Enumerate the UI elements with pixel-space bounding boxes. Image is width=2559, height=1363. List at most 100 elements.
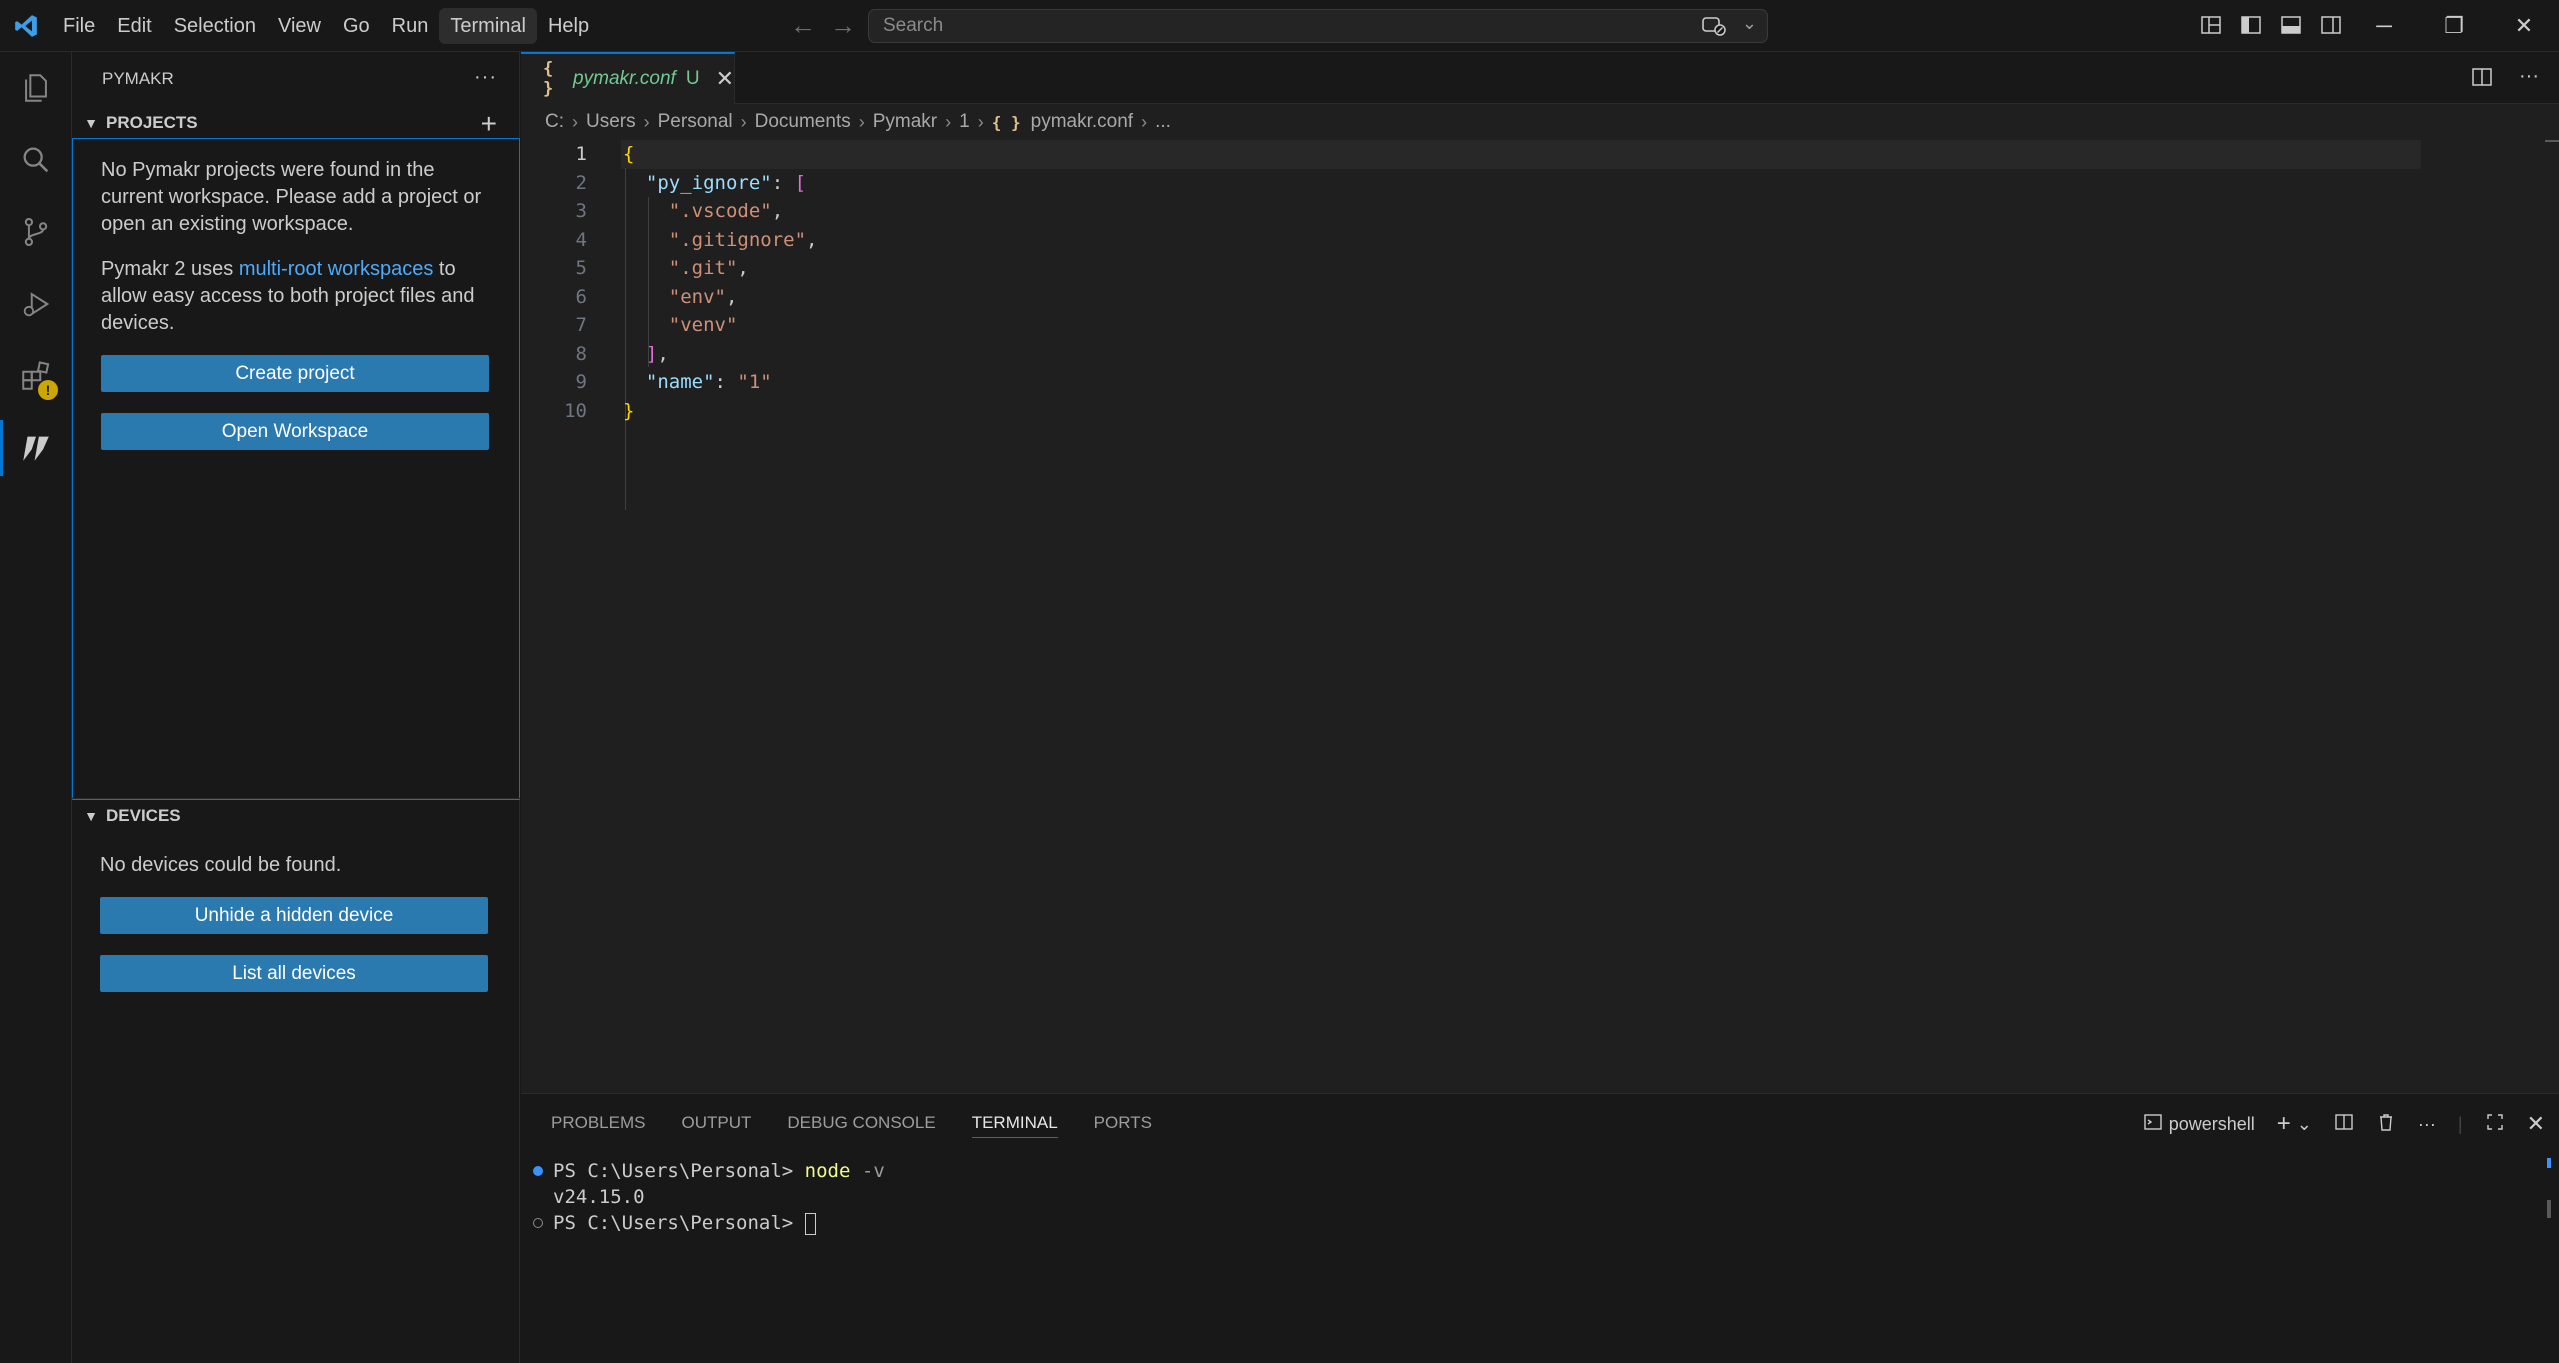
- menu-run[interactable]: Run: [381, 8, 440, 44]
- menu-edit[interactable]: Edit: [106, 8, 162, 44]
- close-panel-icon[interactable]: ✕: [2527, 1111, 2545, 1137]
- chevron-right-icon: ›: [945, 111, 952, 132]
- terminal-command: node: [804, 1160, 851, 1182]
- terminal-line: PS C:\Users\Personal> node -v: [531, 1158, 885, 1184]
- split-terminal-icon[interactable]: [2334, 1112, 2354, 1137]
- projects-section-header[interactable]: ▼ PROJECTS +: [72, 106, 519, 140]
- json-string: ".git": [668, 257, 738, 279]
- source-control-icon[interactable]: [0, 196, 72, 268]
- terminal-scrollbar[interactable]: [2547, 1200, 2551, 1218]
- brace-close: }: [623, 399, 635, 422]
- menu-view[interactable]: View: [267, 8, 332, 44]
- projects-header-label: PROJECTS: [106, 113, 198, 132]
- tab-terminal[interactable]: TERMINAL: [971, 1094, 1058, 1152]
- code-content: { "py_ignore": [ ".vscode", ".gitignore"…: [623, 140, 818, 425]
- maximize-panel-icon[interactable]: [2485, 1112, 2505, 1137]
- code-line: ".gitignore",: [668, 228, 818, 251]
- breadcrumb-symbols[interactable]: ...: [1155, 111, 1171, 133]
- extensions-icon[interactable]: !: [0, 340, 72, 412]
- forward-arrow-icon[interactable]: →: [830, 10, 856, 41]
- devices-section-header[interactable]: ▼ DEVICES: [72, 799, 520, 833]
- untracked-badge: U: [685, 68, 700, 89]
- tab-ports[interactable]: PORTS: [1094, 1094, 1152, 1152]
- run-debug-icon[interactable]: [0, 268, 72, 340]
- copilot-icon[interactable]: [1701, 14, 1727, 44]
- tab-problems[interactable]: PROBLEMS: [551, 1094, 645, 1152]
- add-project-icon[interactable]: +: [481, 108, 497, 140]
- command-success-icon[interactable]: [533, 1166, 543, 1176]
- json-string: "env": [668, 285, 726, 308]
- menu-file[interactable]: File: [52, 8, 106, 44]
- more-actions-icon[interactable]: ···: [2519, 66, 2539, 94]
- line-number: 4: [575, 228, 587, 251]
- unhide-device-button[interactable]: Unhide a hidden device: [100, 897, 488, 934]
- toggle-secondary-sidebar-icon[interactable]: [2320, 14, 2342, 42]
- terminal-cursor: [804, 1212, 816, 1235]
- toggle-primary-sidebar-icon[interactable]: [2240, 14, 2262, 42]
- pymakr-icon[interactable]: [0, 412, 72, 484]
- close-window-icon[interactable]: ✕: [2489, 0, 2559, 52]
- tab-pymakr-conf[interactable]: { } pymakr.conf U ✕: [521, 52, 735, 104]
- workspace-info: Pymakr 2 uses multi-root workspaces to a…: [101, 256, 491, 337]
- editor-scrollbar[interactable]: [2545, 140, 2559, 1093]
- explorer-icon[interactable]: [0, 52, 72, 124]
- command-center-search[interactable]: Search ⌄: [868, 9, 1768, 43]
- chevron-right-icon: ›: [572, 111, 578, 132]
- back-arrow-icon[interactable]: ←: [790, 10, 816, 41]
- line-number: 1: [575, 143, 587, 165]
- customize-layout-icon[interactable]: [2200, 14, 2222, 42]
- toggle-panel-icon[interactable]: [2280, 14, 2302, 42]
- shell-name[interactable]: powershell: [2169, 1114, 2255, 1135]
- line-number: 10: [564, 399, 587, 422]
- devices-view: No devices could be found. Unhide a hidd…: [72, 834, 520, 1013]
- open-workspace-button[interactable]: Open Workspace: [101, 413, 489, 450]
- no-projects-message: No Pymakr projects were found in the cur…: [101, 159, 482, 235]
- breadcrumb-pymakr[interactable]: Pymakr: [873, 111, 937, 133]
- line-number-gutter: 1 2 3 4 5 6 7 8 9 10: [521, 140, 587, 425]
- more-actions-icon[interactable]: ···: [2418, 1114, 2436, 1135]
- editor-tab-bar: { } pymakr.conf U ✕ ···: [521, 52, 2559, 104]
- code-line: ],: [645, 342, 669, 365]
- multi-root-workspaces-link[interactable]: multi-root workspaces: [239, 258, 434, 280]
- menu-selection[interactable]: Selection: [163, 8, 267, 44]
- breadcrumb-personal[interactable]: Personal: [658, 111, 733, 133]
- new-terminal-icon[interactable]: +: [2277, 1110, 2291, 1138]
- breadcrumb: C: › Users › Personal › Documents › Pymakr › …: [521, 104, 2559, 140]
- breadcrumb-documents[interactable]: Documents: [755, 111, 851, 133]
- terminal-output[interactable]: PS C:\Users\Personal> node -v v24.15.0 P…: [531, 1158, 885, 1236]
- code-editor[interactable]: 1 2 3 4 5 6 7 8 9 10 { "py_ignore": [ ".…: [521, 140, 2559, 1093]
- code-line: "py_ignore": [: [623, 169, 818, 198]
- list-all-devices-button[interactable]: List all devices: [100, 955, 488, 992]
- json-file-icon: { }: [543, 59, 554, 99]
- activity-bar: !: [0, 52, 72, 1363]
- more-actions-icon[interactable]: ···: [474, 66, 497, 89]
- create-project-button[interactable]: Create project: [101, 355, 489, 392]
- minimize-icon[interactable]: ─: [2349, 0, 2419, 52]
- breadcrumb-folder-1[interactable]: 1: [959, 111, 970, 133]
- terminal-icon: [2143, 1112, 2163, 1137]
- current-line-highlight: [621, 140, 2421, 169]
- breadcrumb-file[interactable]: pymakr.conf: [1031, 111, 1133, 133]
- chevron-down-icon[interactable]: ⌄: [1742, 13, 1757, 34]
- menu-go[interactable]: Go: [332, 8, 381, 44]
- json-string: "venv": [668, 314, 738, 336]
- terminal-prompt: PS C:\Users\Personal>: [553, 1212, 805, 1234]
- menu-bar: File Edit Selection View Go Run Terminal…: [52, 0, 600, 52]
- projects-view: No Pymakr projects were found in the cur…: [72, 138, 520, 800]
- trash-icon[interactable]: [2376, 1112, 2396, 1137]
- breadcrumb-drive[interactable]: C:: [545, 111, 564, 133]
- menu-help[interactable]: Help: [537, 8, 600, 44]
- chevron-down-icon[interactable]: ⌄: [2297, 1114, 2312, 1135]
- split-editor-icon[interactable]: [2471, 66, 2493, 94]
- menu-terminal[interactable]: Terminal: [439, 7, 537, 44]
- tab-output[interactable]: OUTPUT: [681, 1094, 751, 1152]
- tab-debug-console[interactable]: DEBUG CONSOLE: [787, 1094, 935, 1152]
- restore-icon[interactable]: ❐: [2419, 0, 2489, 52]
- separator: |: [2457, 1113, 2463, 1134]
- code-line: "name": "1": [645, 371, 772, 393]
- close-tab-icon[interactable]: ✕: [716, 66, 734, 92]
- search-icon[interactable]: [0, 124, 72, 196]
- terminal-output-text: v24.15.0: [553, 1186, 645, 1208]
- breadcrumb-users[interactable]: Users: [586, 111, 636, 133]
- line-number: 7: [575, 314, 587, 336]
